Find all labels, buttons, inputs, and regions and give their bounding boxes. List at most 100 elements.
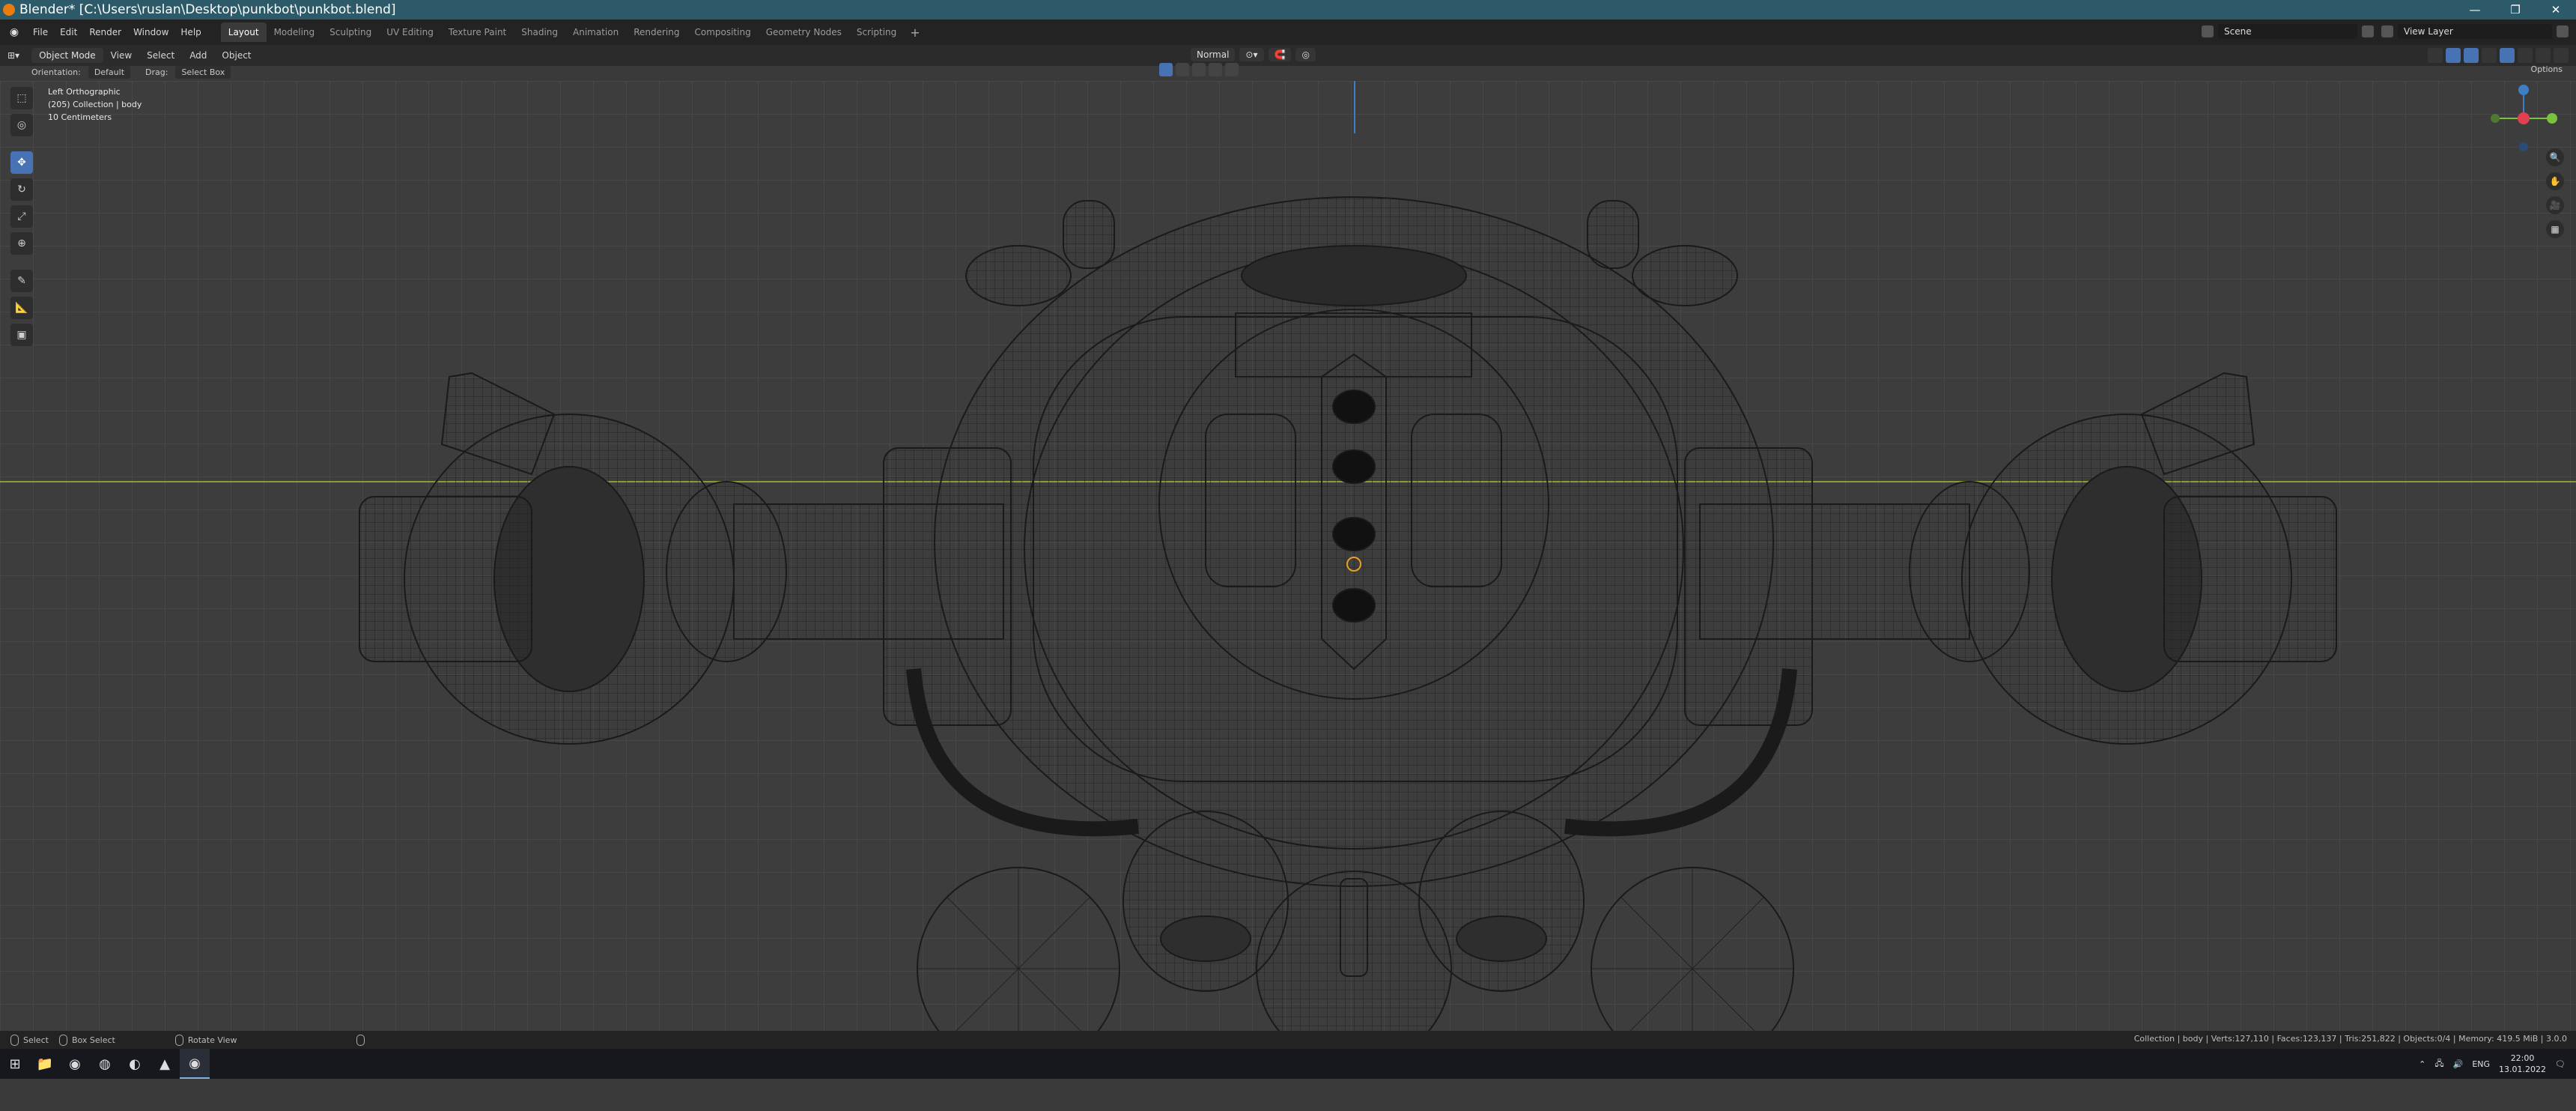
scene-statistics: Collection | body | Verts:127,110 | Face… (2133, 1034, 2567, 1044)
grid-perspective-icon[interactable]: ▦ (2546, 220, 2564, 238)
volume-icon[interactable]: 🔊 (2453, 1059, 2464, 1069)
mode-selector[interactable]: Object Mode (31, 48, 103, 63)
menu-window[interactable]: Window (127, 27, 174, 37)
annotate-tool[interactable]: ✎ (10, 270, 33, 292)
visibility-icon[interactable] (2428, 48, 2443, 63)
tab-geometry-nodes[interactable]: Geometry Nodes (759, 22, 849, 42)
transform-orientation-dropdown[interactable]: Normal (1191, 48, 1236, 61)
gizmo-toggle-icon[interactable] (2446, 48, 2461, 63)
drag-dropdown[interactable]: Select Box (175, 65, 231, 79)
tab-shading[interactable]: Shading (514, 22, 565, 42)
title-bar: Blender* [C:\Users\ruslan\Desktop\punkbo… (0, 0, 2576, 19)
proportional-edit-icon[interactable]: ◎ (1295, 48, 1316, 61)
tab-modeling[interactable]: Modeling (267, 22, 323, 42)
new-view-layer-icon[interactable] (2557, 25, 2569, 37)
tab-uv-editing[interactable]: UV Editing (379, 22, 441, 42)
select-intersect-icon[interactable] (1225, 63, 1239, 76)
tray-chevron-icon[interactable]: ⌃ (2419, 1059, 2425, 1069)
menu-render[interactable]: Render (83, 27, 127, 37)
select-box-tool[interactable]: ⬚ (10, 87, 33, 109)
snap-icon[interactable]: 🧲 (1268, 48, 1292, 61)
menu-view[interactable]: View (103, 48, 139, 63)
maximize-button[interactable]: ❐ (2495, 0, 2536, 19)
drag-mouse-icon (58, 1034, 67, 1046)
options-button[interactable]: Options (2531, 64, 2563, 74)
blender-menu-icon[interactable]: ◉ (7, 25, 21, 39)
tool-shelf: ⬚ ◎ ✥ ↻ ⤢ ⊕ ✎ 📐 ▣ (10, 87, 33, 346)
view-name: Left Orthographic (48, 87, 121, 97)
menu-object[interactable]: Object (214, 48, 258, 63)
status-select: Select (10, 1034, 49, 1046)
network-icon[interactable]: 🖧 (2434, 1057, 2443, 1071)
transform-tool[interactable]: ⊕ (10, 232, 33, 255)
menu-file[interactable]: File (27, 27, 54, 37)
add-workspace-button[interactable]: + (904, 25, 926, 40)
zoom-icon[interactable]: 🔍 (2546, 148, 2564, 166)
windows-start-icon[interactable]: ⊞ (0, 1049, 30, 1079)
orientation-dropdown[interactable]: Default (88, 65, 131, 79)
new-scene-icon[interactable] (2362, 25, 2374, 37)
steam-icon[interactable]: ◐ (120, 1049, 150, 1079)
status-box-select: Box Select (58, 1034, 115, 1046)
rendered-shading-icon[interactable] (2554, 48, 2569, 63)
language-indicator[interactable]: ENG (2472, 1059, 2490, 1069)
z-axis-line (1354, 81, 1355, 133)
pan-hand-icon[interactable]: ✋ (2546, 172, 2564, 190)
navigation-gizmo[interactable] (2489, 84, 2558, 153)
menu-edit[interactable]: Edit (54, 27, 83, 37)
viewport-info: Left Orthographic (205) Collection | bod… (48, 85, 142, 124)
tab-sculpting[interactable]: Sculpting (322, 22, 379, 42)
add-cube-tool[interactable]: ▣ (10, 324, 33, 346)
view-layer-field[interactable]: View Layer (2398, 24, 2552, 39)
3d-viewport[interactable]: 🔍 ✋ 🎥 ▦ (0, 81, 2576, 1071)
xray-toggle-icon[interactable] (2482, 48, 2497, 63)
app-orange-icon[interactable]: ▲ (150, 1049, 180, 1079)
tab-layout[interactable]: Layout (220, 22, 267, 42)
tool-settings-bar: Orientation: Default Drag: Select Box (0, 63, 2576, 81)
select-invert-icon[interactable] (1209, 63, 1222, 76)
tab-texture-paint[interactable]: Texture Paint (441, 22, 514, 42)
material-shading-icon[interactable] (2536, 48, 2551, 63)
tab-scripting[interactable]: Scripting (849, 22, 904, 42)
transform-options: Normal ⊙▾ 🧲 ◎ (1191, 48, 1316, 61)
camera-view-icon[interactable]: 🎥 (2546, 196, 2564, 214)
select-mode-icon[interactable] (1159, 63, 1173, 76)
menu-add[interactable]: Add (182, 48, 214, 63)
scene-field[interactable]: Scene (2218, 24, 2357, 39)
menu-select[interactable]: Select (139, 48, 182, 63)
move-tool[interactable]: ✥ (10, 151, 33, 174)
selection-filter-row (1159, 63, 1239, 76)
file-explorer-icon[interactable]: 📁 (30, 1049, 60, 1079)
chrome-icon[interactable]: ◉ (60, 1049, 90, 1079)
view-layer-selector: View Layer (2381, 23, 2569, 40)
discord-icon[interactable]: ◍ (90, 1049, 120, 1079)
window-title: Blender* [C:\Users\ruslan\Desktop\punkbo… (19, 2, 396, 17)
blender-taskbar-icon[interactable]: ◉ (180, 1049, 210, 1079)
view-layer-icon[interactable] (2381, 25, 2393, 37)
orientation-label: Orientation: (31, 67, 81, 77)
pivot-point-icon[interactable]: ⊙▾ (1239, 48, 1264, 61)
scale-tool[interactable]: ⤢ (10, 205, 33, 228)
tab-rendering[interactable]: Rendering (626, 22, 687, 42)
editor-type-icon[interactable]: ⊞▾ (0, 48, 27, 63)
status-bar: Select Box Select Rotate View Collection… (0, 1031, 2576, 1049)
rotate-tool[interactable]: ↻ (10, 178, 33, 201)
notifications-icon[interactable]: 🗨 (2555, 1059, 2566, 1069)
tab-animation[interactable]: Animation (565, 22, 626, 42)
overlay-toggle-icon[interactable] (2464, 48, 2479, 63)
punkbot-wireframe-model[interactable] (329, 190, 2366, 1111)
scene-selector: Scene (2202, 23, 2374, 40)
select-subtract-icon[interactable] (1192, 63, 1206, 76)
menu-help[interactable]: Help (174, 27, 207, 37)
clock[interactable]: 22:00 13.01.2022 (2499, 1053, 2546, 1075)
select-extend-icon[interactable] (1176, 63, 1189, 76)
solid-shading-icon[interactable] (2518, 48, 2533, 63)
minimize-button[interactable]: — (2455, 0, 2495, 19)
close-button[interactable]: ✕ (2536, 0, 2576, 19)
tab-compositing[interactable]: Compositing (687, 22, 758, 42)
cursor-tool[interactable]: ◎ (10, 114, 33, 136)
wireframe-shading-icon[interactable] (2500, 48, 2515, 63)
scene-icon[interactable] (2202, 25, 2214, 37)
os-taskbar: ⊞ 📁 ◉ ◍ ◐ ▲ ◉ ⌃ 🖧 🔊 ENG 22:00 13.01.2022… (0, 1049, 2576, 1079)
measure-tool[interactable]: 📐 (10, 297, 33, 319)
